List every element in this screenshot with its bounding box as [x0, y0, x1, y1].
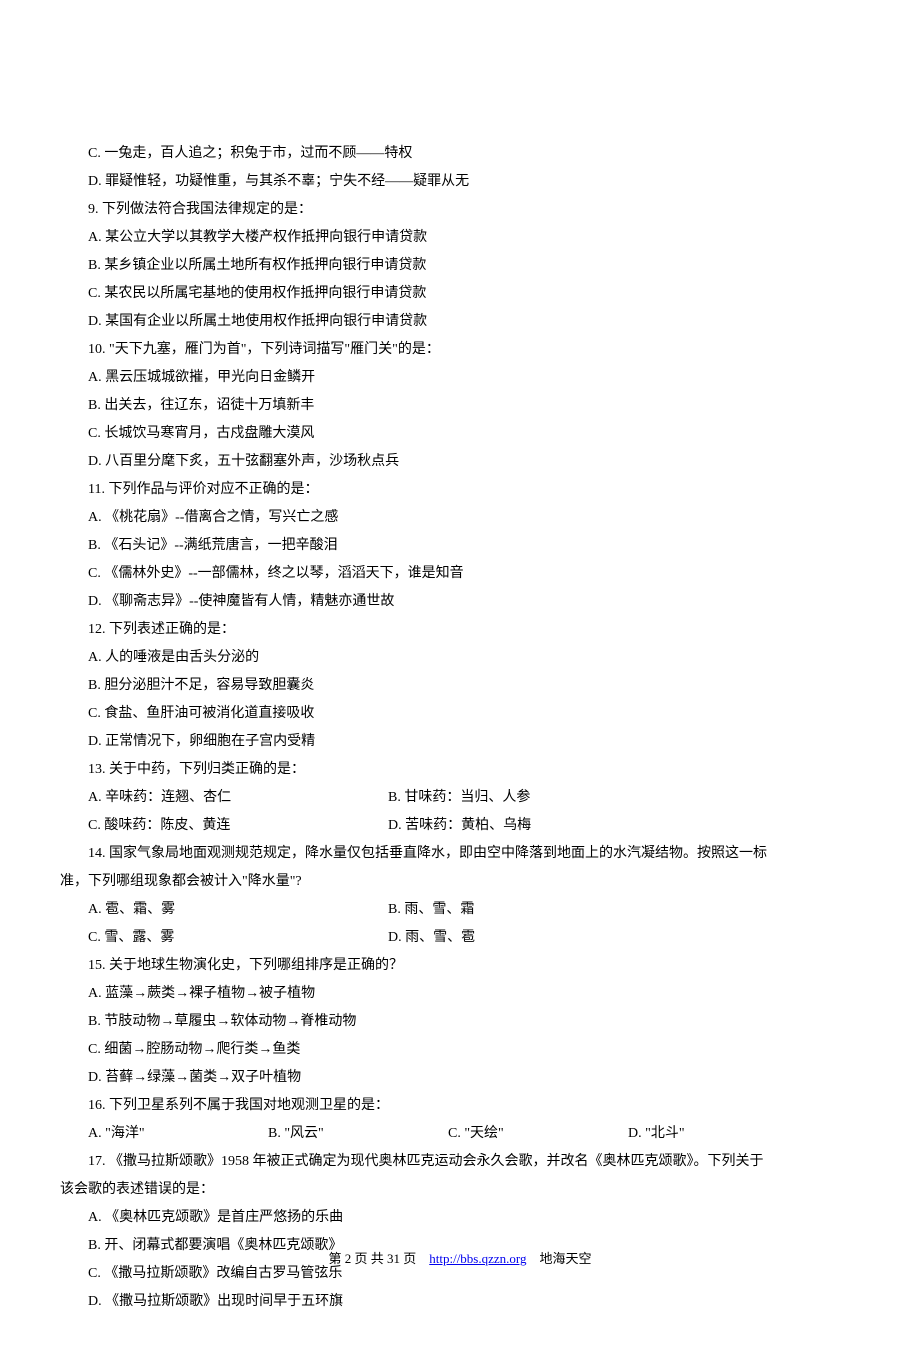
option-b: B. 《石头记》--满纸荒唐言，一把辛酸泪	[60, 532, 860, 560]
footer-site-name: 地海天空	[540, 1251, 592, 1266]
option-b: B. 出关去，往辽东，诏徒十万填新丰	[60, 392, 860, 420]
option-d: D. 罪疑惟轻，功疑惟重，与其杀不辜；宁失不经——疑罪从无	[60, 168, 860, 196]
option-c: C. 食盐、鱼肝油可被消化道直接吸收	[60, 700, 860, 728]
question-stem: 9. 下列做法符合我国法律规定的是：	[60, 196, 860, 224]
option-row: A. 雹、霜、雾 B. 雨、雪、霜	[60, 896, 860, 924]
option-row: C. 雪、露、雾 D. 雨、雪、雹	[60, 924, 860, 952]
option-a: A. 蓝藻→蕨类→裸子植物→被子植物	[60, 980, 860, 1008]
question-10: 10. "天下九塞，雁门为首"，下列诗词描写"雁门关"的是： A. 黑云压城城欲…	[60, 336, 860, 476]
question-13: 13. 关于中药，下列归类正确的是： A. 辛味药：连翘、杏仁 B. 甘味药：当…	[60, 756, 860, 840]
question-stem: 11. 下列作品与评价对应不正确的是：	[60, 476, 860, 504]
option-c: C. "天绘"	[420, 1120, 600, 1148]
option-row: C. 酸味药：陈皮、黄连 D. 苦味药：黄柏、乌梅	[60, 812, 860, 840]
option-d: D. 雨、雪、雹	[360, 924, 660, 952]
option-b: B. 雨、雪、霜	[360, 896, 660, 924]
option-d: D. "北斗"	[600, 1120, 780, 1148]
option-d: D. 八百里分麾下炙，五十弦翻塞外声，沙场秋点兵	[60, 448, 860, 476]
option-d: D. 正常情况下，卵细胞在子宫内受精	[60, 728, 860, 756]
option-a: A. 《奥林匹克颂歌》是首庄严悠扬的乐曲	[60, 1204, 860, 1232]
option-row: A. 辛味药：连翘、杏仁 B. 甘味药：当归、人参	[60, 784, 860, 812]
orphan-options: C. 一兔走，百人追之；积兔于市，过而不顾——特权 D. 罪疑惟轻，功疑惟重，与…	[60, 140, 860, 196]
question-stem: 14. 国家气象局地面观测规范规定，降水量仅包括垂直降水，即由空中降落到地面上的…	[60, 840, 860, 868]
option-b: B. 某乡镇企业以所属土地所有权作抵押向银行申请贷款	[60, 252, 860, 280]
footer-link[interactable]: http://bbs.qzzn.org	[429, 1251, 526, 1266]
option-b: B. 节肢动物→草履虫→软体动物→脊椎动物	[60, 1008, 860, 1036]
question-stem: 15. 关于地球生物演化史，下列哪组排序是正确的？	[60, 952, 860, 980]
question-stem: 17. 《撒马拉斯颂歌》1958 年被正式确定为现代奥林匹克运动会永久会歌，并改…	[60, 1148, 860, 1176]
option-c: C. 《儒林外史》--一部儒林，终之以琴，滔滔天下，谁是知音	[60, 560, 860, 588]
question-stem-continue: 准，下列哪组现象都会被计入"降水量"?	[60, 868, 860, 896]
footer-mid: 页 共	[354, 1251, 383, 1266]
question-stem: 16. 下列卫星系列不属于我国对地观测卫星的是：	[60, 1092, 860, 1120]
question-14: 14. 国家气象局地面观测规范规定，降水量仅包括垂直降水，即由空中降落到地面上的…	[60, 840, 860, 952]
option-d: D. 《聊斋志异》--使神魔皆有人情，精魅亦通世故	[60, 588, 860, 616]
option-c: C. 酸味药：陈皮、黄连	[60, 812, 360, 840]
option-d: D. 苔藓→绿藻→菌类→双子叶植物	[60, 1064, 860, 1092]
option-d: D. 《撒马拉斯颂歌》出现时间早于五环旗	[60, 1288, 860, 1316]
question-stem-continue: 该会歌的表述错误的是：	[60, 1176, 860, 1204]
option-a: A. 某公立大学以其教学大楼产权作抵押向银行申请贷款	[60, 224, 860, 252]
footer-suffix: 页	[403, 1251, 416, 1266]
question-17: 17. 《撒马拉斯颂歌》1958 年被正式确定为现代奥林匹克运动会永久会歌，并改…	[60, 1148, 860, 1316]
option-c: C. 某农民以所属宅基地的使用权作抵押向银行申请贷款	[60, 280, 860, 308]
option-b: B. "风云"	[240, 1120, 420, 1148]
option-a: A. 人的唾液是由舌头分泌的	[60, 644, 860, 672]
option-d: D. 苦味药：黄柏、乌梅	[360, 812, 660, 840]
option-d: D. 某国有企业以所属土地使用权作抵押向银行申请贷款	[60, 308, 860, 336]
option-a: A. 黑云压城城欲摧，甲光向日金鳞开	[60, 364, 860, 392]
option-a: A. 辛味药：连翘、杏仁	[60, 784, 360, 812]
question-11: 11. 下列作品与评价对应不正确的是： A. 《桃花扇》--借离合之情，写兴亡之…	[60, 476, 860, 616]
question-stem: 12. 下列表述正确的是：	[60, 616, 860, 644]
question-15: 15. 关于地球生物演化史，下列哪组排序是正确的？ A. 蓝藻→蕨类→裸子植物→…	[60, 952, 860, 1092]
page-footer: 第 2 页 共 31 页 http://bbs.qzzn.org 地海天空	[0, 1246, 920, 1272]
question-9: 9. 下列做法符合我国法律规定的是： A. 某公立大学以其教学大楼产权作抵押向银…	[60, 196, 860, 336]
question-16: 16. 下列卫星系列不属于我国对地观测卫星的是： A. "海洋" B. "风云"…	[60, 1092, 860, 1148]
option-b: B. 甘味药：当归、人参	[360, 784, 660, 812]
question-stem: 10. "天下九塞，雁门为首"，下列诗词描写"雁门关"的是：	[60, 336, 860, 364]
option-a: A. 《桃花扇》--借离合之情，写兴亡之感	[60, 504, 860, 532]
option-b: B. 胆分泌胆汁不足，容易导致胆囊炎	[60, 672, 860, 700]
option-a: A. 雹、霜、雾	[60, 896, 360, 924]
option-row: A. "海洋" B. "风云" C. "天绘" D. "北斗"	[60, 1120, 860, 1148]
option-c: C. 雪、露、雾	[60, 924, 360, 952]
footer-prefix: 第	[328, 1251, 341, 1266]
option-c: C. 一兔走，百人追之；积兔于市，过而不顾——特权	[60, 140, 860, 168]
footer-current-page: 2	[345, 1251, 352, 1266]
option-c: C. 细菌→腔肠动物→爬行类→鱼类	[60, 1036, 860, 1064]
option-c: C. 长城饮马寒宵月，古戍盘雕大漠风	[60, 420, 860, 448]
question-12: 12. 下列表述正确的是： A. 人的唾液是由舌头分泌的 B. 胆分泌胆汁不足，…	[60, 616, 860, 756]
question-stem: 13. 关于中药，下列归类正确的是：	[60, 756, 860, 784]
footer-total-pages: 31	[387, 1251, 400, 1266]
option-a: A. "海洋"	[60, 1120, 240, 1148]
